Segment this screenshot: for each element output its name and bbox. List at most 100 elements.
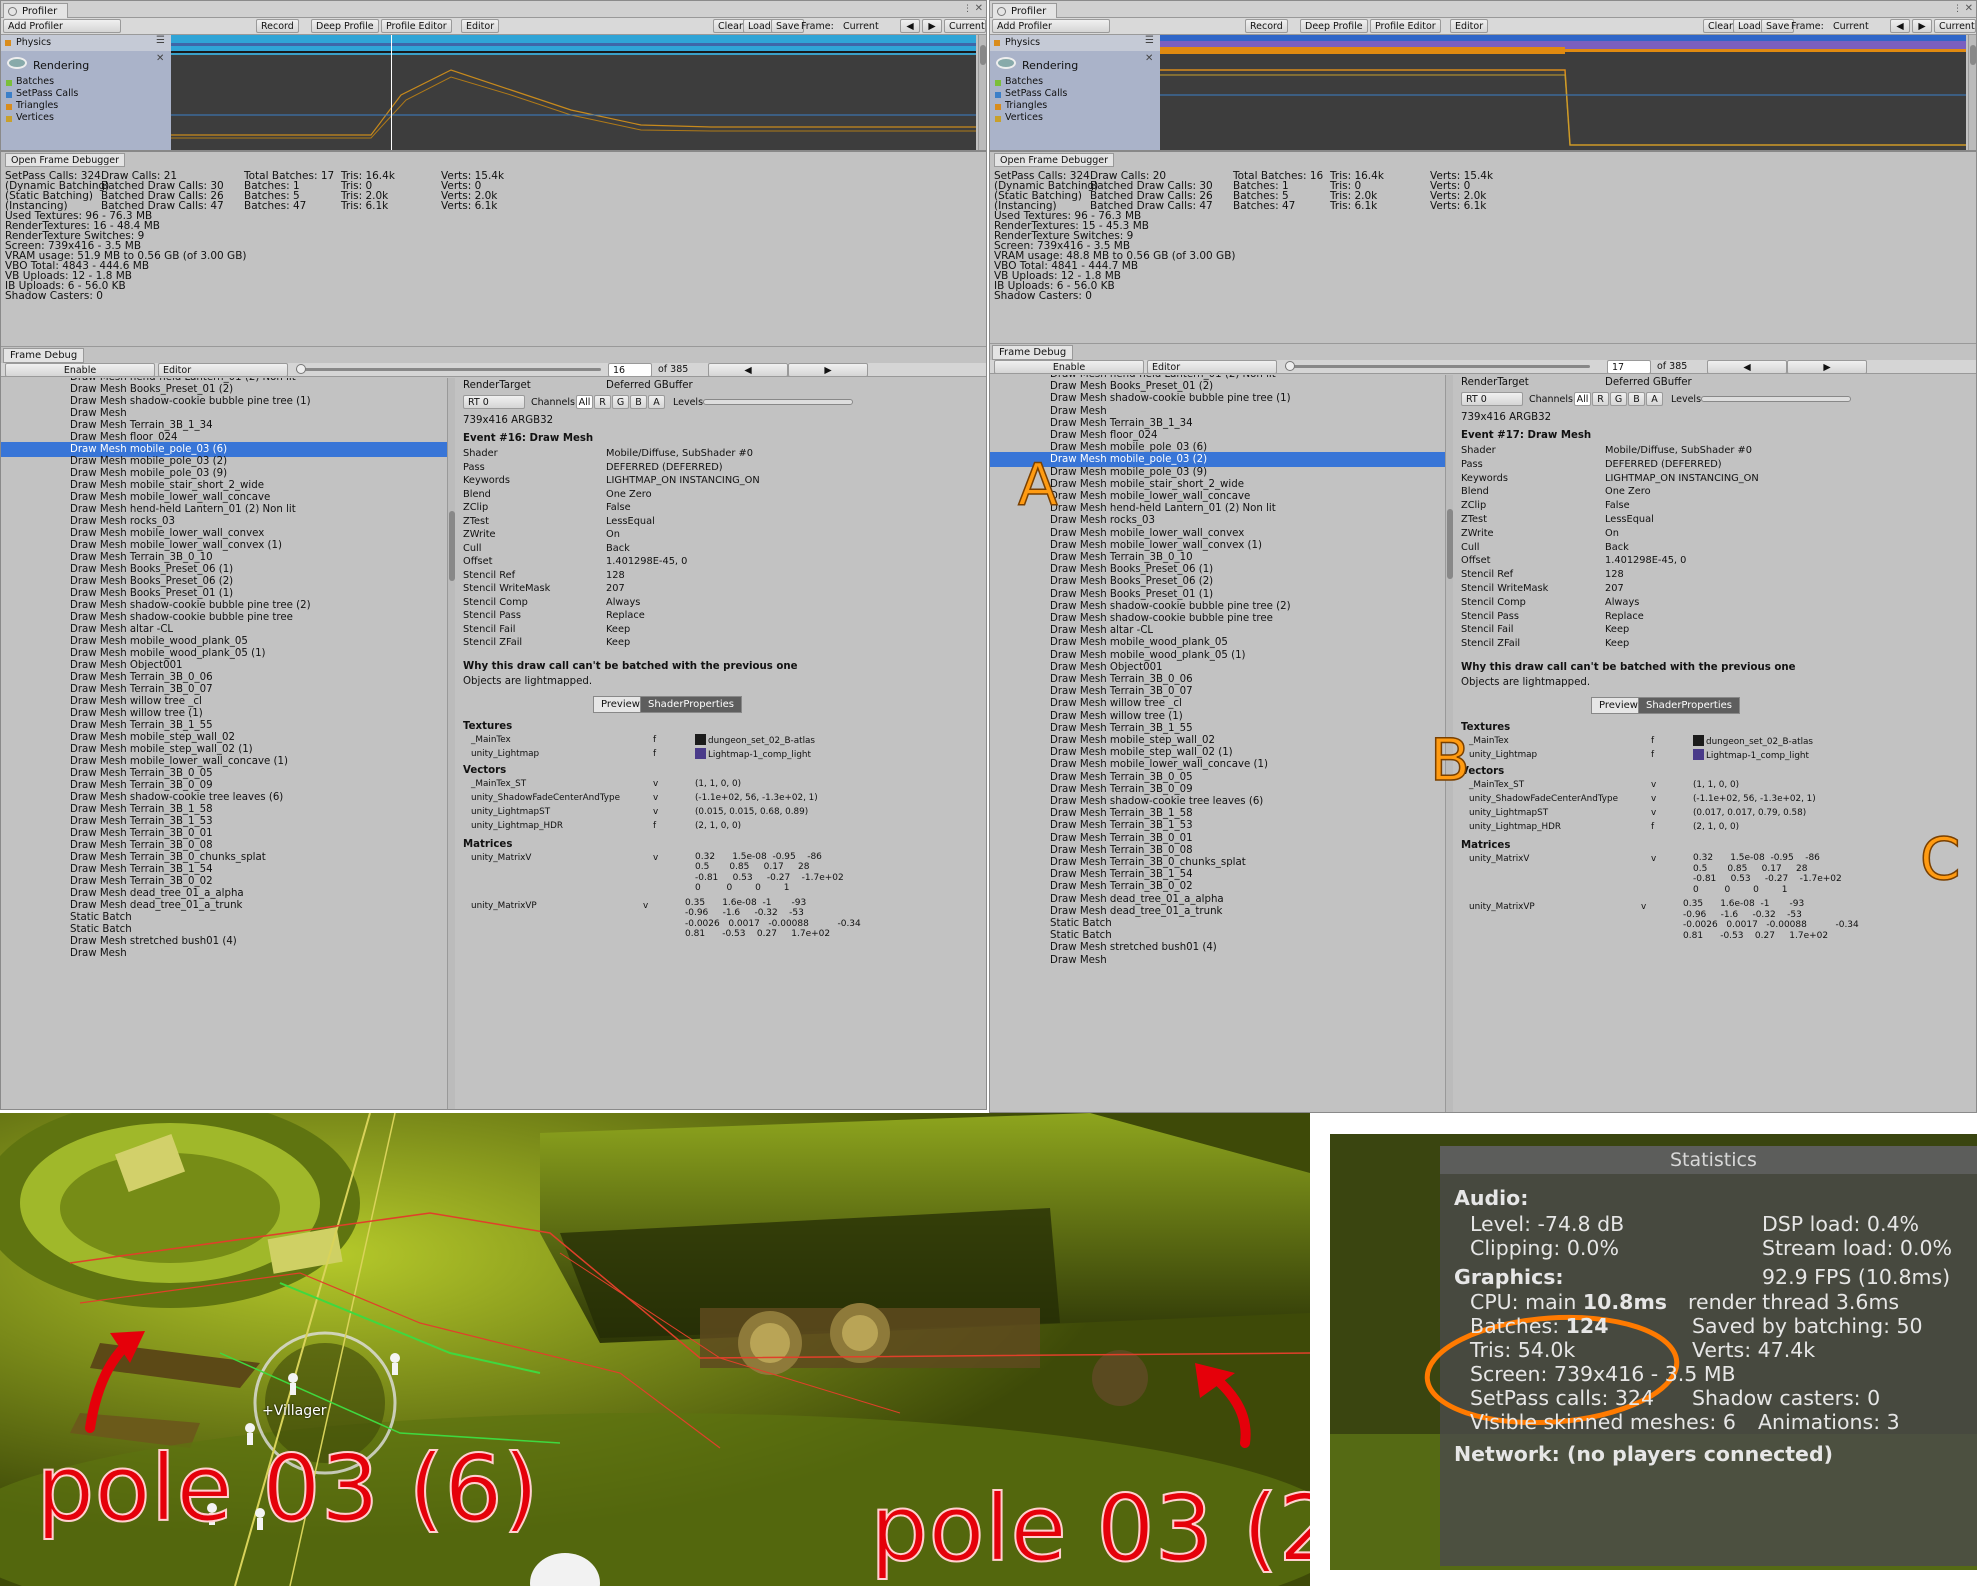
prop-key-10: Stencil WriteMask xyxy=(1461,583,1549,594)
add-profiler-dropdown[interactable]: Add Profiler xyxy=(3,19,121,33)
save-button[interactable]: Save xyxy=(1761,19,1795,33)
frame-slider-knob[interactable] xyxy=(1285,361,1295,371)
legend-setpass-calls[interactable]: SetPass Calls xyxy=(16,88,78,99)
current-frame-button[interactable]: Current xyxy=(1934,19,1976,33)
event-row[interactable]: Draw Mesh xyxy=(990,953,1445,968)
levels-slider[interactable] xyxy=(703,399,853,405)
rendering-module-label[interactable]: Rendering xyxy=(33,59,89,72)
next-frame-button[interactable]: ▶ xyxy=(1912,19,1932,33)
event-list-scrollbar[interactable] xyxy=(447,378,455,1109)
chart-scrollbar[interactable] xyxy=(1968,35,1976,150)
record-button[interactable]: Record xyxy=(1245,19,1288,33)
save-button[interactable]: Save xyxy=(771,19,805,33)
open-frame-debugger-button[interactable]: Open Frame Debugger xyxy=(994,153,1115,167)
shader-properties-tab[interactable]: ShaderProperties xyxy=(640,695,742,713)
prev-event-button[interactable]: ◀ xyxy=(708,363,788,377)
profiler-tab[interactable]: Profiler xyxy=(992,3,1058,18)
stream-load: Stream load: 0.0% xyxy=(1762,1236,1953,1260)
legend-setpass-calls[interactable]: SetPass Calls xyxy=(1005,88,1067,99)
window-close-icon[interactable]: ✕ xyxy=(975,3,983,14)
event-list-scrollbar-thumb[interactable] xyxy=(1447,509,1453,579)
frame-slider-track[interactable] xyxy=(1285,365,1590,368)
chart-scrollbar[interactable] xyxy=(978,35,986,150)
target-dropdown[interactable]: Editor xyxy=(1147,360,1277,374)
channel-b[interactable]: B xyxy=(630,395,647,409)
legend-batches[interactable]: Batches xyxy=(1005,76,1043,87)
rt-select-dropdown[interactable]: RT 0 xyxy=(1461,392,1523,406)
event-list[interactable]: Draw Mesh hend-held Lantern_01 (2) Non l… xyxy=(990,375,1445,1112)
event-list-scrollbar-thumb[interactable] xyxy=(449,511,455,581)
current-frame-button[interactable]: Current xyxy=(944,19,986,33)
previous-frame-button[interactable]: ◀ xyxy=(900,19,920,33)
channel-r[interactable]: R xyxy=(1592,392,1609,406)
next-frame-button[interactable]: ▶ xyxy=(922,19,942,33)
render-target-value: Deferred GBuffer xyxy=(1605,377,1692,388)
window-menu-icon[interactable]: ⋮ xyxy=(963,4,972,14)
channel-all[interactable]: All xyxy=(1574,392,1591,406)
editor-dropdown[interactable]: Editor xyxy=(1450,19,1489,33)
target-dropdown[interactable]: Editor xyxy=(158,363,288,377)
legend-vertices[interactable]: Vertices xyxy=(1005,112,1043,123)
prop-key-8: Offset xyxy=(463,556,493,567)
shader-properties-tab[interactable]: ShaderProperties xyxy=(1638,697,1740,714)
editor-dropdown[interactable]: Editor xyxy=(461,19,500,33)
next-event-button[interactable]: ▶ xyxy=(788,363,868,377)
rendering-module-label[interactable]: Rendering xyxy=(1022,59,1078,72)
profiler-window-left: Profiler ⋮ ✕ Add Profiler Record Deep Profile… xyxy=(0,0,987,1110)
prop-value-11: Always xyxy=(1605,596,1640,608)
window-close-icon[interactable]: ✕ xyxy=(1965,3,1973,14)
frame-slider-knob[interactable] xyxy=(296,364,306,374)
frame-index-field[interactable]: 17 xyxy=(1607,360,1651,374)
prev-event-button[interactable]: ◀ xyxy=(1707,360,1787,374)
legend-vertices[interactable]: Vertices xyxy=(16,112,54,123)
channel-g[interactable]: G xyxy=(612,395,629,409)
texture-thumbnail-lightmap xyxy=(1693,749,1704,760)
profiler-tab[interactable]: Profiler xyxy=(3,3,69,18)
rendering-close-icon[interactable]: ✕ xyxy=(1145,53,1153,64)
enable-toggle[interactable]: Enable xyxy=(994,360,1144,374)
batches-value: 124 xyxy=(1565,1314,1609,1338)
screen: Screen: 739x416 - 3.5 MB xyxy=(1470,1362,1736,1386)
channel-g[interactable]: G xyxy=(1610,392,1627,406)
add-profiler-dropdown[interactable]: Add Profiler xyxy=(992,19,1110,33)
prop-key-11: Stencil Comp xyxy=(1461,596,1526,608)
channel-all[interactable]: All xyxy=(576,395,593,409)
enable-toggle[interactable]: Enable xyxy=(5,363,155,377)
deep-profile-button[interactable]: Deep Profile xyxy=(1300,19,1368,33)
matrix-stage-1: v xyxy=(1641,902,1647,912)
rt-select-dropdown[interactable]: RT 0 xyxy=(463,395,525,409)
levels-slider[interactable] xyxy=(1701,396,1851,402)
profile-editor-button[interactable]: Profile Editor xyxy=(1370,19,1441,33)
open-frame-debugger-button[interactable]: Open Frame Debugger xyxy=(5,153,126,167)
channel-a[interactable]: A xyxy=(648,395,665,409)
prop-key-8: Offset xyxy=(1461,555,1491,567)
channel-r[interactable]: R xyxy=(594,395,611,409)
rendering-close-icon[interactable]: ✕ xyxy=(156,53,164,64)
prop-key-0: Shader xyxy=(1461,445,1496,456)
frame-debug-tab[interactable]: Frame Debug xyxy=(3,348,85,363)
next-event-button[interactable]: ▶ xyxy=(1787,360,1867,374)
matrix-v-values: 0.32 1.5e-08 -0.95 -86 0.5 0.85 0.17 28 … xyxy=(1693,853,1842,895)
channel-b[interactable]: B xyxy=(1628,392,1645,406)
frame-slider-track[interactable] xyxy=(296,368,601,371)
frame-debug-tab[interactable]: Frame Debug xyxy=(992,345,1074,360)
physics-options-icon[interactable]: ☰ xyxy=(156,35,165,46)
profile-editor-button[interactable]: Profile Editor xyxy=(381,19,452,33)
physics-options-icon[interactable]: ☰ xyxy=(1145,35,1154,46)
legend-triangles[interactable]: Triangles xyxy=(16,100,58,111)
event-row[interactable]: Draw Mesh xyxy=(1,946,447,961)
profiler-tab-label: Profiler xyxy=(1011,6,1047,17)
channel-a[interactable]: A xyxy=(1646,392,1663,406)
window-menu-icon[interactable]: ⋮ xyxy=(1953,4,1962,14)
profiler-chart[interactable] xyxy=(171,35,976,150)
profiler-chart[interactable] xyxy=(1160,35,1966,150)
event-list[interactable]: Draw Mesh hend-held Lantern_01 (2) Non l… xyxy=(1,378,447,1109)
chart-scrollbar-thumb[interactable] xyxy=(1970,45,1976,65)
frame-index-field[interactable]: 16 xyxy=(608,363,652,377)
deep-profile-button[interactable]: Deep Profile xyxy=(311,19,379,33)
legend-triangles[interactable]: Triangles xyxy=(1005,100,1047,111)
record-button[interactable]: Record xyxy=(256,19,299,33)
previous-frame-button[interactable]: ◀ xyxy=(1890,19,1910,33)
legend-batches[interactable]: Batches xyxy=(16,76,54,87)
chart-scrollbar-thumb[interactable] xyxy=(980,45,986,65)
